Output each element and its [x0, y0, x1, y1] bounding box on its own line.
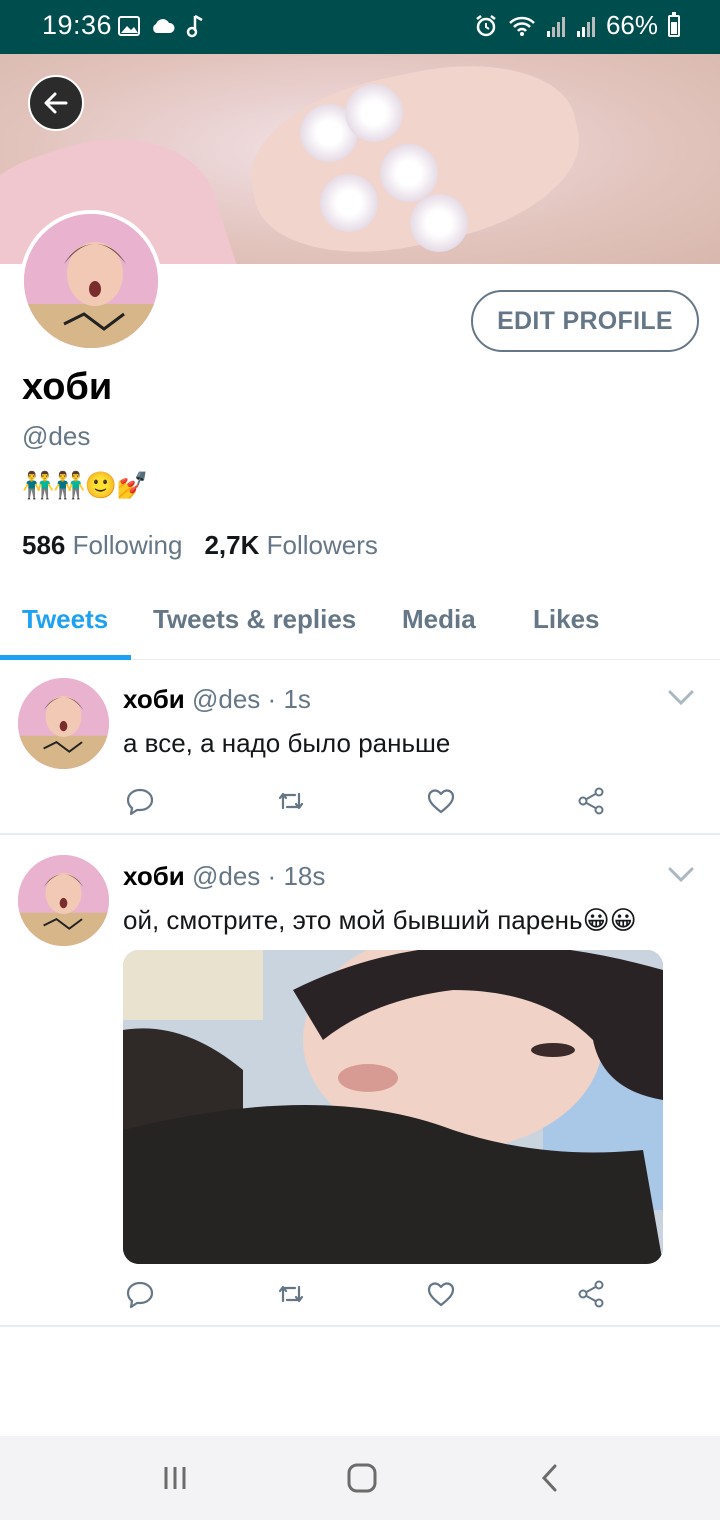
- profile-handle: @des: [22, 421, 91, 451]
- tweet[interactable]: хоби @des · 1s а все, а надо было раньше: [0, 660, 720, 835]
- notification-icons: [118, 14, 204, 38]
- retweet-icon[interactable]: [276, 786, 306, 816]
- banner-flower: [345, 84, 403, 142]
- tweet-time: 18s: [283, 861, 326, 891]
- system-nav-bar: [0, 1436, 720, 1520]
- following-label: Following: [72, 530, 183, 560]
- avatar-image: [18, 855, 109, 946]
- tweet-author-handle: @des: [191, 861, 261, 891]
- status-bar: 19:36 66%: [0, 0, 720, 54]
- retweet-icon[interactable]: [276, 1279, 306, 1309]
- back-nav-button[interactable]: [530, 1458, 570, 1498]
- profile-avatar[interactable]: [20, 210, 162, 352]
- alarm-icon: [476, 14, 496, 36]
- recent-apps-button[interactable]: [155, 1458, 195, 1498]
- tweet-avatar[interactable]: [18, 678, 109, 769]
- avatar-image: [24, 214, 158, 348]
- tweet-time: 1s: [283, 684, 311, 714]
- chevron-down-icon[interactable]: [668, 690, 694, 706]
- status-right: 66%: [474, 10, 680, 41]
- heart-icon[interactable]: [426, 1279, 456, 1309]
- chevron-down-icon[interactable]: [668, 867, 694, 883]
- tweet-author-handle: @des: [191, 684, 261, 714]
- reply-icon[interactable]: [125, 786, 155, 816]
- banner-flower: [320, 174, 378, 232]
- cloud-icon: [153, 19, 175, 33]
- tab-tweets-replies[interactable]: Tweets & replies: [153, 604, 356, 635]
- banner-flower: [410, 194, 468, 252]
- banner-flower: [380, 144, 438, 202]
- tab-media[interactable]: Media: [402, 604, 476, 635]
- followers-count: 2,7K: [204, 530, 260, 560]
- tweet-header: хоби @des · 1s: [123, 684, 311, 715]
- home-icon: [347, 1463, 377, 1493]
- following-link[interactable]: 586 Following: [22, 530, 182, 561]
- status-time: 19:36: [42, 10, 113, 40]
- back-button[interactable]: [28, 75, 84, 131]
- heart-icon[interactable]: [426, 786, 456, 816]
- follow-stats: 586 Following 2,7K Followers: [22, 530, 378, 561]
- tweet-author-name: хоби: [123, 684, 185, 714]
- arrow-left-icon: [44, 92, 68, 114]
- battery-icon: [668, 11, 680, 37]
- profile-bio: 👬👬🙂💅: [22, 470, 148, 500]
- reply-icon[interactable]: [125, 1279, 155, 1309]
- recent-apps-icon: [164, 1467, 186, 1489]
- profile-tabs: Tweets Tweets & replies Media Likes: [0, 590, 720, 660]
- tweet-separator: ·: [267, 861, 277, 891]
- tweet-author-name: хоби: [123, 861, 185, 891]
- wifi-icon: [509, 16, 535, 36]
- tweet-text: ой, смотрите, это мой бывший парень😀😀: [123, 905, 637, 935]
- tab-likes[interactable]: Likes: [533, 604, 600, 635]
- tab-tweets[interactable]: Tweets: [22, 604, 108, 635]
- battery-percent: 66%: [605, 10, 658, 40]
- home-button[interactable]: [342, 1458, 382, 1498]
- followers-link[interactable]: 2,7K Followers: [204, 530, 377, 561]
- avatar-image: [18, 678, 109, 769]
- signal-icon-1: [546, 16, 565, 37]
- tweet-avatar[interactable]: [18, 855, 109, 946]
- photo-image: [123, 950, 663, 1264]
- share-icon[interactable]: [576, 786, 606, 816]
- gallery-icon: [118, 16, 140, 36]
- tweet-header: хоби @des · 18s: [123, 861, 325, 892]
- chevron-left-icon: [541, 1464, 557, 1492]
- tweet-separator: ·: [267, 684, 277, 714]
- edit-profile-button[interactable]: EDIT PROFILE: [471, 290, 699, 352]
- following-count: 586: [22, 530, 66, 560]
- followers-label: Followers: [266, 530, 378, 560]
- signal-icon-2: [576, 16, 595, 37]
- tweet-media-image[interactable]: [123, 950, 663, 1264]
- display-name: хоби: [22, 366, 113, 408]
- share-icon[interactable]: [576, 1279, 606, 1309]
- music-note-icon: [186, 14, 203, 38]
- tweet-text: а все, а надо было раньше: [123, 728, 451, 758]
